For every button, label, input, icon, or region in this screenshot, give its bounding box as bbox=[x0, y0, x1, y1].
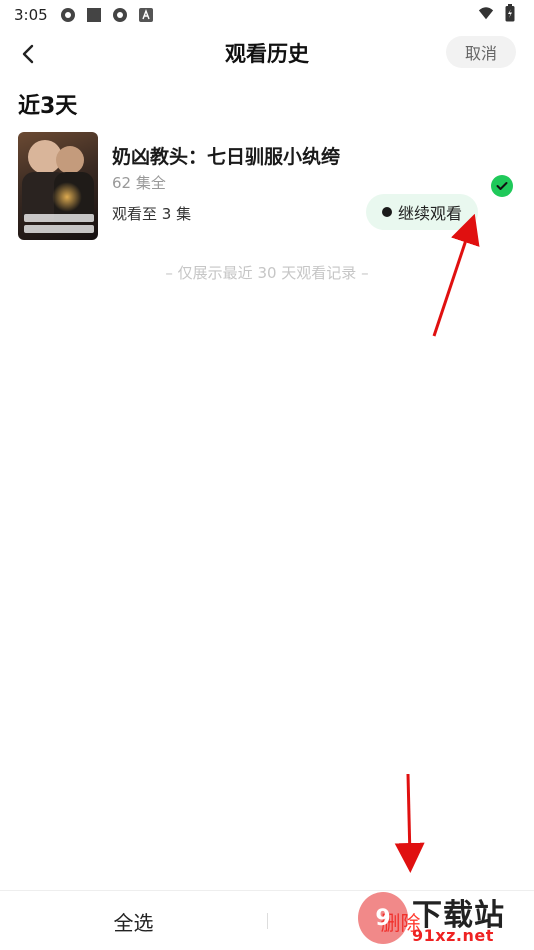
history-item[interactable]: 奶凶教头：七日驯服小纨绔 62 集全 观看至 3 集 继续观看 bbox=[18, 132, 518, 242]
square-icon bbox=[86, 7, 102, 23]
font-icon bbox=[138, 7, 154, 23]
status-left-icons bbox=[60, 7, 154, 23]
drama-poster[interactable] bbox=[18, 132, 98, 240]
wifi-icon bbox=[478, 5, 494, 21]
play-icon bbox=[381, 207, 392, 217]
selected-check-icon[interactable] bbox=[491, 175, 513, 197]
header: 观看历史 取消 bbox=[0, 30, 534, 78]
aperture-icon bbox=[60, 7, 76, 23]
section-title: 近3天 bbox=[18, 94, 78, 119]
arrow-to-delete bbox=[394, 773, 425, 873]
history-range-note: – 仅展示最近 30 天观看记录 – bbox=[165, 264, 369, 282]
battery-icon bbox=[502, 4, 518, 22]
status-right-icons bbox=[478, 4, 518, 22]
site-watermark: 9 下载站 91xz.net bbox=[358, 890, 528, 948]
watch-progress: 观看至 3 集 bbox=[112, 205, 192, 223]
watermark-badge: 9 bbox=[358, 892, 408, 944]
episode-count: 62 集全 bbox=[112, 174, 166, 192]
status-time: 3:05 bbox=[14, 6, 48, 24]
cancel-button[interactable]: 取消 bbox=[446, 36, 516, 68]
select-all-button[interactable]: 全选 bbox=[0, 891, 267, 950]
drama-title: 奶凶教头：七日驯服小纨绔 bbox=[112, 146, 341, 168]
continue-watching-label: 继续观看 bbox=[397, 204, 462, 223]
watermark-url: 91xz.net bbox=[412, 926, 494, 945]
status-bar: 3:05 bbox=[0, 0, 534, 30]
aperture-icon bbox=[112, 7, 128, 23]
continue-watching-button[interactable]: 继续观看 bbox=[366, 194, 478, 230]
